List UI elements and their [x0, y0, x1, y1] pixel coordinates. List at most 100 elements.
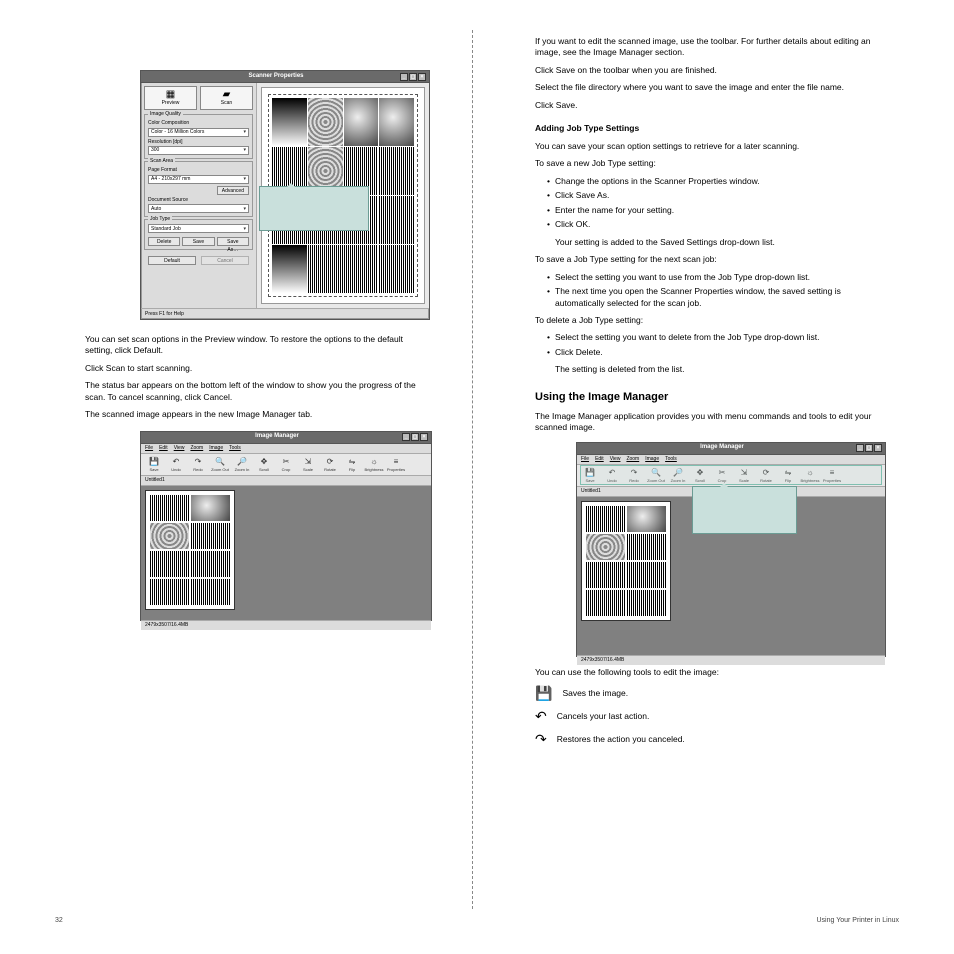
right-p2: Click Save on the toolbar when you are f… [535, 65, 875, 76]
minimize-button[interactable]: _ [402, 433, 410, 441]
jt-new-4: Click OK. [547, 219, 875, 230]
tool-undo[interactable]: ↶Undo [165, 455, 187, 475]
image-manager-window-right: Image Manager _ ▢ × File Edit View Zoom … [576, 442, 886, 657]
preview-button[interactable]: ▦ Preview [144, 86, 197, 110]
menu-image[interactable]: Image [209, 445, 223, 452]
tool-brightness[interactable]: ☼Brightness [799, 466, 821, 486]
menu-image[interactable]: Image [645, 456, 659, 463]
tool-flip[interactable]: ⇋Flip [341, 455, 363, 475]
job-saveas-button[interactable]: Save As… [217, 237, 249, 246]
job-type-select[interactable]: Standard Job▾ [148, 224, 249, 233]
rotate-icon: ⟳ [327, 457, 334, 467]
left-p3: The status bar appears on the bottom lef… [85, 380, 420, 403]
color-composition-select[interactable]: Color - 16 Million Colors▾ [148, 128, 249, 137]
menu-edit[interactable]: Edit [159, 445, 168, 452]
imgmgr-canvas[interactable] [141, 486, 431, 620]
menu-zoom[interactable]: Zoom [626, 456, 639, 463]
job-save-button[interactable]: Save [182, 237, 214, 246]
tool-rotate[interactable]: ⟳Rotate [319, 455, 341, 475]
maximize-button[interactable]: ▢ [865, 444, 873, 452]
menu-file[interactable]: File [581, 456, 589, 463]
menu-file[interactable]: File [145, 445, 153, 452]
tool-scale[interactable]: ⇲Scale [733, 466, 755, 486]
page-footer: 32 Using Your Printer in Linux [55, 917, 899, 924]
jt-del-3: The setting is deleted from the list. [555, 364, 875, 375]
jt-next-2: The next time you open the Scanner Prope… [547, 286, 875, 309]
menu-tools[interactable]: Tools [665, 456, 677, 463]
redo-icon: ↷ [195, 457, 202, 467]
imgmgr-titlebar: Image Manager _ ▢ × [577, 443, 885, 455]
tool-rotate[interactable]: ⟳Rotate [755, 466, 777, 486]
tool-redo[interactable]: ↷Redo [623, 466, 645, 486]
scanned-image-thumb[interactable] [145, 490, 235, 610]
scan-button[interactable]: ▰ Scan [200, 86, 253, 110]
close-button[interactable]: × [874, 444, 882, 452]
job-delete-button[interactable]: Delete [148, 237, 180, 246]
tool-scale[interactable]: ⇲Scale [297, 455, 319, 475]
tools-intro: You can use the following tools to edit … [535, 667, 875, 678]
properties-icon: ≡ [394, 457, 399, 467]
brightness-icon: ☼ [370, 457, 377, 467]
scanned-image-thumb[interactable] [581, 501, 671, 621]
jt-new-5: Your setting is added to the Saved Setti… [555, 237, 875, 248]
tool-zoom-out[interactable]: 🔍Zoom Out [209, 455, 231, 475]
advanced-button[interactable]: Advanced [217, 186, 249, 195]
tool-zoom-in[interactable]: 🔎Zoom In [231, 455, 253, 475]
save-icon: 💾 [585, 468, 595, 478]
tool-zoom-in[interactable]: 🔎Zoom In [667, 466, 689, 486]
document-source-select[interactable]: Auto▾ [148, 204, 249, 213]
tool-undo[interactable]: ↶Undo [601, 466, 623, 486]
menu-edit[interactable]: Edit [595, 456, 604, 463]
tool-properties[interactable]: ≡Properties [385, 455, 407, 475]
maximize-button[interactable]: ▢ [409, 73, 417, 81]
jt-del-heading: To delete a Job Type setting: [535, 315, 875, 326]
heading-job-type: Adding Job Type Settings [535, 123, 875, 134]
menu-tools[interactable]: Tools [229, 445, 241, 452]
dropdown-icon: ▾ [243, 206, 246, 213]
close-button[interactable]: × [420, 433, 428, 441]
imgmgr-menubar: File Edit View Zoom Image Tools [141, 444, 431, 454]
minimize-button[interactable]: _ [400, 73, 408, 81]
tool-flip[interactable]: ⇋Flip [777, 466, 799, 486]
save-icon: 💾 [535, 684, 552, 703]
imgmgr-title: Image Manager [588, 444, 856, 452]
close-button[interactable]: × [418, 73, 426, 81]
document-tab[interactable]: Untitled1 [581, 488, 601, 495]
tool-crop[interactable]: ✂Crop [275, 455, 297, 475]
minimize-button[interactable]: _ [856, 444, 864, 452]
redo-icon: ↷ [535, 730, 547, 749]
page-format-select[interactable]: A4 - 210x297 mm▾ [148, 175, 249, 184]
default-button[interactable]: Default [148, 256, 196, 265]
save-icon: 💾 [149, 457, 159, 467]
imgmgr-status: 2479x3507/16.4MB [141, 620, 431, 630]
rotate-icon: ⟳ [763, 468, 770, 478]
tool-brightness[interactable]: ☼Brightness [363, 455, 385, 475]
zoom-in-icon: 🔎 [673, 468, 683, 478]
scroll-icon: ✥ [697, 468, 704, 478]
tool-zoom-out[interactable]: 🔍Zoom Out [645, 466, 667, 486]
imgmgr-title: Image Manager [152, 433, 402, 441]
tool-redo[interactable]: ↷Redo [187, 455, 209, 475]
imgmgr-tabstrip: Untitled1 [141, 476, 431, 486]
menu-view[interactable]: View [610, 456, 621, 463]
jt-new-1: Change the options in the Scanner Proper… [547, 176, 875, 187]
document-tab[interactable]: Untitled1 [145, 477, 165, 484]
jt-del-2: Click Delete. [547, 347, 875, 358]
scanner-titlebar: Scanner Properties _ ▢ × [141, 71, 429, 83]
menu-zoom[interactable]: Zoom [190, 445, 203, 452]
tool-scroll[interactable]: ✥Scroll [253, 455, 275, 475]
tool-scroll[interactable]: ✥Scroll [689, 466, 711, 486]
maximize-button[interactable]: ▢ [411, 433, 419, 441]
left-p2: Click Scan to start scanning. [85, 363, 420, 374]
redo-icon: ↷ [631, 468, 638, 478]
tool-properties[interactable]: ≡Properties [821, 466, 843, 486]
menu-view[interactable]: View [174, 445, 185, 452]
jt-new-heading: To save a new Job Type setting: [535, 158, 875, 169]
tool-save[interactable]: 💾Save [579, 466, 601, 486]
left-column: Scanner Properties _ ▢ × ▦ Preview ▰ Sca… [55, 30, 455, 621]
tool-save[interactable]: 💾Save [143, 455, 165, 475]
right-column: If you want to edit the scanned image, u… [490, 30, 890, 749]
resolution-label: Resolution [dpi] [148, 139, 249, 146]
resolution-select[interactable]: 300▾ [148, 146, 249, 155]
scroll-icon: ✥ [261, 457, 268, 467]
